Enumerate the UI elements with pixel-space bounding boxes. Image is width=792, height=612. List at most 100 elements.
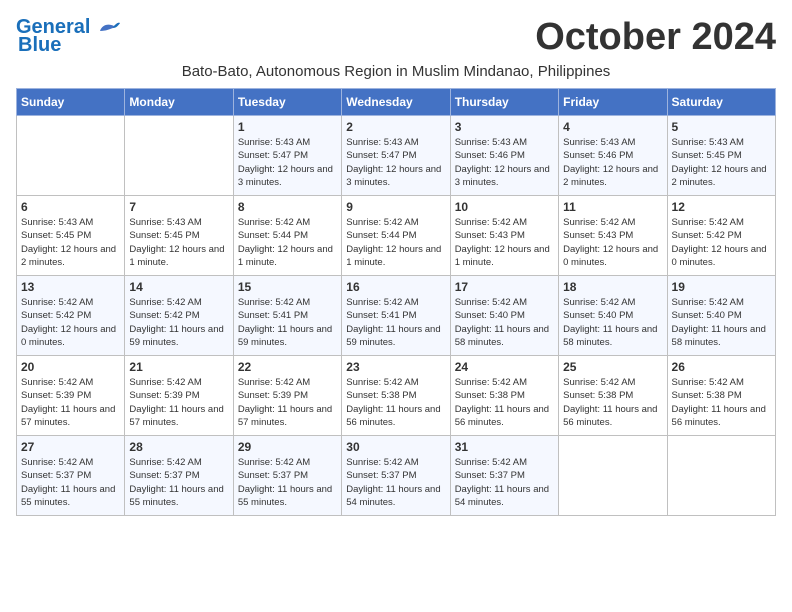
col-header-sunday: Sunday [17,89,125,116]
daylight-text: Daylight: 11 hours and 56 minutes. [346,404,440,428]
day-info: Sunrise: 5:42 AMSunset: 5:40 PMDaylight:… [672,296,771,349]
sunset-text: Sunset: 5:37 PM [455,470,525,481]
calendar-cell [17,116,125,196]
day-number: 29 [238,440,337,454]
daylight-text: Daylight: 12 hours and 2 minutes. [563,164,658,188]
sunset-text: Sunset: 5:46 PM [455,150,525,161]
header: General Blue October 2024 [16,16,776,59]
sunrise-text: Sunrise: 5:42 AM [455,217,527,228]
day-number: 4 [563,120,662,134]
calendar-cell: 25 Sunrise: 5:42 AM Sunset: 5:38 PM Dayligh… [559,356,667,436]
sunrise-text: Sunrise: 5:42 AM [672,377,744,388]
sunrise-text: Sunrise: 5:42 AM [129,457,201,468]
calendar-cell: 17Sunrise: 5:42 AMSunset: 5:40 PMDayligh… [450,276,558,356]
sunrise-text: Sunrise: 5:42 AM [672,217,744,228]
sunset-text: Sunset: 5:38 PM [672,390,742,401]
sunrise-text: Sunrise: 5:43 AM [672,137,744,148]
daylight-text: Daylight: 12 hours and 0 minutes. [672,244,767,268]
calendar-cell [125,116,233,196]
day-info: Sunrise: 5:43 AMSunset: 5:46 PMDaylight:… [563,136,662,189]
daylight-text: Daylight: 11 hours and 56 minutes. [455,404,549,428]
calendar-cell: 9Sunrise: 5:42 AMSunset: 5:44 PMDaylight… [342,196,450,276]
sunset-text: Sunset: 5:44 PM [346,230,416,241]
calendar-cell [667,436,775,516]
day-number: 25 [563,360,662,374]
day-number: 27 [21,440,120,454]
day-info: Sunrise: 5:42 AMSunset: 5:40 PMDaylight:… [563,296,662,349]
day-info: Sunrise: 5:42 AMSunset: 5:44 PMDaylight:… [346,216,445,269]
sunset-text: Sunset: 5:45 PM [129,230,199,241]
week-row-1: 1Sunrise: 5:43 AMSunset: 5:47 PMDaylight… [17,116,776,196]
sunset-text: Sunset: 5:37 PM [238,470,308,481]
calendar-cell: 22Sunrise: 5:42 AMSunset: 5:39 PMDayligh… [233,356,341,436]
sunset-text: Sunset: 5:37 PM [129,470,199,481]
day-number: 9 [346,200,445,214]
sunset-text: Sunset: 5:43 PM [455,230,525,241]
day-info: Sunrise: 5:42 AMSunset: 5:41 PMDaylight:… [346,296,445,349]
sunrise-text: Sunrise: 5:43 AM [129,217,201,228]
daylight-text: Daylight: 12 hours and 1 minute. [129,244,224,268]
daylight-text: Daylight: 11 hours and 56 minutes. [563,404,657,428]
sunset-text: Sunset: 5:39 PM [238,390,308,401]
calendar-cell: 2Sunrise: 5:43 AMSunset: 5:47 PMDaylight… [342,116,450,196]
sunrise-text: Sunrise: 5:42 AM [672,297,744,308]
sunrise-text: Sunrise: 5:42 AM [238,377,310,388]
sunset-text: Sunset: 5:37 PM [346,470,416,481]
sunset-text: Sunset: 5:40 PM [563,310,633,321]
day-info: Sunrise: 5:42 AMSunset: 5:38 PMDaylight:… [455,376,554,429]
sunset-text: Sunset: 5:42 PM [129,310,199,321]
calendar-cell: 28Sunrise: 5:42 AMSunset: 5:37 PMDayligh… [125,436,233,516]
calendar-cell: 30Sunrise: 5:42 AMSunset: 5:37 PMDayligh… [342,436,450,516]
logo: General Blue [16,16,120,57]
day-number: 26 [672,360,771,374]
week-row-3: 13Sunrise: 5:42 AMSunset: 5:42 PMDayligh… [17,276,776,356]
day-number: 20 [21,360,120,374]
day-number: 16 [346,280,445,294]
sunrise-text: Sunrise: 5:42 AM [346,297,418,308]
daylight-text: Daylight: 11 hours and 58 minutes. [672,324,766,348]
week-row-2: 6Sunrise: 5:43 AMSunset: 5:45 PMDaylight… [17,196,776,276]
sunrise-text: Sunrise: 5:42 AM [346,457,418,468]
sunrise-text: Sunrise: 5:42 AM [238,297,310,308]
day-info: Sunrise: 5:43 AMSunset: 5:45 PMDaylight:… [21,216,120,269]
sunrise-text: Sunrise: 5:42 AM [238,457,310,468]
daylight-text: Daylight: 12 hours and 1 minute. [238,244,333,268]
week-row-4: 20Sunrise: 5:42 AMSunset: 5:39 PMDayligh… [17,356,776,436]
sunrise-text: Sunrise: 5:42 AM [346,217,418,228]
col-header-wednesday: Wednesday [342,89,450,116]
day-info: Sunrise: 5:43 AMSunset: 5:46 PMDaylight:… [455,136,554,189]
daylight-text: Daylight: 11 hours and 54 minutes. [455,484,549,508]
daylight-text: Daylight: 11 hours and 55 minutes. [21,484,115,508]
day-number: 30 [346,440,445,454]
daylight-text: Daylight: 11 hours and 58 minutes. [455,324,549,348]
day-number: 7 [129,200,228,214]
calendar-cell: 12Sunrise: 5:42 AMSunset: 5:42 PMDayligh… [667,196,775,276]
day-info: Sunrise: 5:42 AMSunset: 5:42 PMDaylight:… [21,296,120,349]
sunset-text: Sunset: 5:38 PM [563,390,633,401]
day-number: 8 [238,200,337,214]
sunset-text: Sunset: 5:39 PM [129,390,199,401]
sunset-text: Sunset: 5:38 PM [346,390,416,401]
week-row-5: 27 Sunrise: 5:42 AM Sunset: 5:37 PM Dayligh… [17,436,776,516]
sunrise-text: Sunrise: 5:42 AM [563,377,635,388]
sunset-text: Sunset: 5:43 PM [563,230,633,241]
logo-bird-icon [98,21,120,35]
day-info: Sunrise: 5:42 AMSunset: 5:40 PMDaylight:… [455,296,554,349]
day-info: Sunrise: 5:42 AMSunset: 5:39 PMDaylight:… [21,376,120,429]
calendar-cell: 31Sunrise: 5:42 AMSunset: 5:37 PMDayligh… [450,436,558,516]
day-number: 19 [672,280,771,294]
daylight-text: Daylight: 12 hours and 3 minutes. [238,164,333,188]
day-info: Sunrise: 5:43 AMSunset: 5:47 PMDaylight:… [346,136,445,189]
sunset-text: Sunset: 5:47 PM [238,150,308,161]
sunrise-text: Sunrise: 5:43 AM [21,217,93,228]
day-number: 6 [21,200,120,214]
col-header-thursday: Thursday [450,89,558,116]
sunrise-text: Sunrise: 5:42 AM [129,297,201,308]
calendar-cell: 29Sunrise: 5:42 AMSunset: 5:37 PMDayligh… [233,436,341,516]
sunset-text: Sunset: 5:41 PM [238,310,308,321]
calendar-cell: 11Sunrise: 5:42 AMSunset: 5:43 PMDayligh… [559,196,667,276]
day-number: 18 [563,280,662,294]
day-info: Sunrise: 5:42 AMSunset: 5:41 PMDaylight:… [238,296,337,349]
day-number: 24 [455,360,554,374]
day-number: 3 [455,120,554,134]
